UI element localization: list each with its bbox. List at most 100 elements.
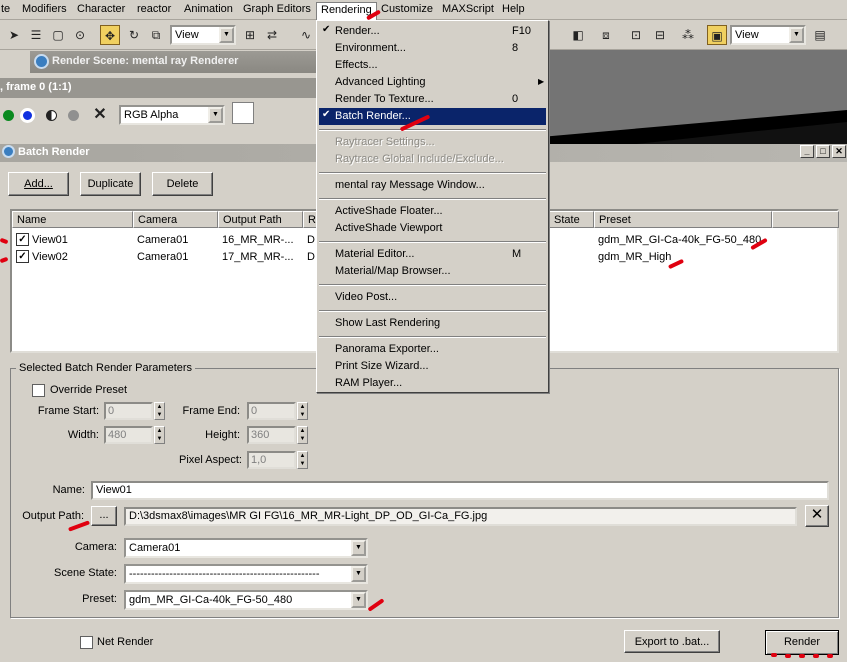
menu-item-environment[interactable]: Environment... 8 — [319, 40, 546, 57]
height-spinner[interactable]: ▲ ▼ — [297, 426, 308, 444]
reference-coord-select[interactable]: View ▼ — [170, 25, 236, 45]
override-preset-checkbox[interactable] — [32, 384, 45, 397]
region-select-icon[interactable]: ▢ — [48, 25, 68, 45]
window-crossing-icon[interactable]: ⊙ — [70, 25, 90, 45]
close-button[interactable]: ✕ — [832, 145, 846, 158]
menu-item-effects[interactable]: Effects... — [319, 57, 546, 74]
menu-maxscript[interactable]: MAXScript — [442, 3, 494, 15]
output-path-field[interactable]: D:\3dsmax8\images\MR GI FG\16_MR_MR-Ligh… — [124, 507, 797, 526]
maximize-button[interactable]: □ — [816, 145, 830, 158]
channel-select[interactable]: RGB Alpha ▼ — [119, 105, 225, 125]
menu-separator — [319, 336, 546, 338]
column-header-output-path[interactable]: Output Path — [218, 211, 303, 228]
blue-channel-icon[interactable] — [20, 108, 35, 123]
menu-item-label: Advanced Lighting — [335, 76, 426, 88]
annotation-mark — [799, 654, 805, 658]
align-icon[interactable]: ◧ — [568, 25, 588, 45]
mono-icon[interactable] — [68, 110, 79, 121]
frame-start-field[interactable]: 0 — [104, 402, 153, 420]
mirror-icon[interactable]: ⇄ — [262, 25, 282, 45]
render-view-select[interactable]: View ▼ — [730, 25, 806, 45]
column-header-name[interactable]: Name — [12, 211, 133, 228]
row-enabled-checkbox[interactable]: ✓ — [16, 250, 29, 263]
menu-reactor[interactable]: reactor — [137, 3, 171, 15]
column-header-camera[interactable]: Camera — [133, 211, 218, 228]
net-render-checkbox[interactable] — [80, 636, 93, 649]
frame-window-title[interactable]: , frame 0 (1:1) — [0, 78, 320, 98]
camera-select[interactable]: Camera01 ▼ — [124, 538, 368, 558]
select-arrow-icon[interactable]: ➤ — [4, 25, 24, 45]
row-enabled-checkbox[interactable]: ✓ — [16, 233, 29, 246]
quick-render-icon[interactable]: ▤ — [810, 25, 830, 45]
menu-separator — [319, 129, 546, 131]
preset-select[interactable]: gdm_MR_GI-Ca-40k_FG-50_480 ▼ — [124, 590, 368, 610]
menu-separator — [319, 172, 546, 174]
name-field[interactable]: View01 — [91, 481, 829, 500]
minimize-button[interactable]: _ — [800, 145, 814, 158]
material-editor-icon[interactable]: ⁂ — [678, 25, 698, 45]
menu-graph-editors[interactable]: Graph Editors — [243, 3, 311, 15]
clear-icon[interactable]: ✕ — [90, 105, 110, 125]
pixel-aspect-spinner[interactable]: ▲ ▼ — [297, 451, 308, 469]
menu-character[interactable]: Character — [77, 3, 125, 15]
width-field[interactable]: 480 — [104, 426, 153, 444]
schematic-icon[interactable]: ⊟ — [650, 25, 670, 45]
max-logo-icon — [34, 54, 49, 69]
add-button[interactable]: Add... — [8, 172, 69, 196]
menu-modifiers[interactable]: Modifiers — [22, 3, 67, 15]
move-icon[interactable]: ✥ — [100, 25, 120, 45]
color-swatch[interactable] — [232, 102, 254, 124]
menu-item-show-last-rendering[interactable]: Show Last Rendering — [319, 315, 546, 332]
render-button[interactable]: Render — [765, 630, 839, 655]
menu-item-advanced-lighting[interactable]: Advanced Lighting ▶ — [319, 74, 546, 91]
row-output-path: 16_MR_MR-... — [222, 234, 294, 246]
pivot-icon[interactable]: ⊞ — [240, 25, 260, 45]
duplicate-button[interactable]: Duplicate — [80, 172, 141, 196]
menu-separator — [319, 241, 546, 243]
menu-item-video-post[interactable]: Video Post... — [319, 289, 546, 306]
row-name: View02 — [32, 251, 68, 263]
scale-icon[interactable]: ⧉ — [146, 25, 166, 45]
select-by-name-icon[interactable]: ☰ — [26, 25, 46, 45]
layer-icon[interactable]: ⧈ — [596, 25, 616, 45]
menu-customize[interactable]: Customize — [381, 3, 433, 15]
menu-animation[interactable]: Animation — [184, 3, 233, 15]
menu-item-activeshade-floater[interactable]: ActiveShade Floater... — [319, 203, 546, 220]
menu-item-material-editor[interactable]: Material Editor... M — [319, 246, 546, 263]
menu-item-render[interactable]: ✔ Render... F10 — [319, 23, 546, 40]
delete-button[interactable]: Delete — [152, 172, 213, 196]
menu-item-activeshade-viewport[interactable]: ActiveShade Viewport — [319, 220, 546, 237]
frame-end-spinner[interactable]: ▲ ▼ — [297, 402, 308, 420]
frame-start-spinner[interactable]: ▲ ▼ — [154, 402, 165, 420]
menu-item-render-to-texture[interactable]: Render To Texture... 0 — [319, 91, 546, 108]
column-header-state[interactable]: State — [549, 211, 594, 228]
snap-icon[interactable]: ∿ — [296, 25, 316, 45]
alpha-channel-icon[interactable] — [46, 110, 57, 121]
menu-item-ram-player[interactable]: RAM Player... — [319, 375, 546, 392]
submenu-arrow-icon: ▶ — [538, 77, 545, 86]
pixel-aspect-field[interactable]: 1,0 — [247, 451, 296, 469]
menu-item-label: Video Post... — [335, 291, 398, 303]
menu-help[interactable]: Help — [502, 3, 525, 15]
render-scene-window-title[interactable]: Render Scene: mental ray Renderer — [30, 51, 318, 73]
menu-item-panorama-exporter[interactable]: Panorama Exporter... — [319, 341, 546, 358]
width-spinner[interactable]: ▲ ▼ — [154, 426, 165, 444]
column-header-preset[interactable]: Preset — [594, 211, 772, 228]
menu-item-material-map-browser[interactable]: Material/Map Browser... — [319, 263, 546, 280]
curve-editor-icon[interactable]: ⊡ — [626, 25, 646, 45]
menu-te[interactable]: te — [1, 3, 10, 15]
browse-output-button[interactable]: ... — [91, 506, 117, 526]
render-scene-icon[interactable]: ▣ — [707, 25, 727, 45]
menu-item-batch-render[interactable]: ✔ Batch Render... — [319, 108, 546, 125]
menu-item-print-size-wizard[interactable]: Print Size Wizard... — [319, 358, 546, 375]
frame-end-field[interactable]: 0 — [247, 402, 296, 420]
rotate-icon[interactable]: ↻ — [124, 25, 144, 45]
green-channel-icon[interactable] — [3, 110, 14, 121]
menu-item-label: RAM Player... — [335, 377, 403, 389]
clear-output-button[interactable]: ✕ — [805, 505, 829, 527]
scene-state-select[interactable]: ----------------------------------------… — [124, 564, 368, 584]
export-bat-button[interactable]: Export to .bat... — [624, 630, 720, 653]
menu-bar: te Modifiers Character reactor Animation… — [0, 0, 847, 20]
height-field[interactable]: 360 — [247, 426, 296, 444]
menu-item-mental-ray-message-window[interactable]: mental ray Message Window... — [319, 177, 546, 194]
